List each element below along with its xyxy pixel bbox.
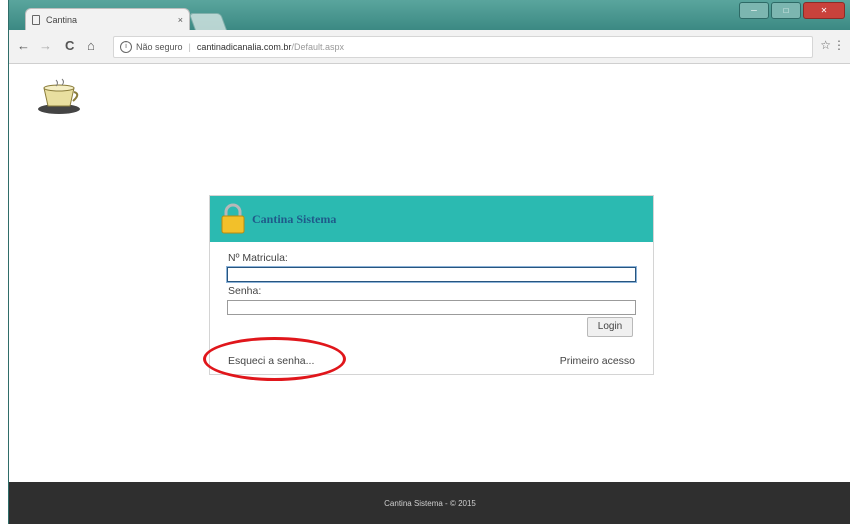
browser-toolbar: ← → C ⌂ i Não seguro | cantinadicanalia.…: [9, 30, 850, 64]
senha-label: Senha:: [228, 285, 262, 297]
window-controls: ─ □ ✕: [739, 2, 845, 19]
home-icon[interactable]: ⌂: [87, 38, 95, 53]
new-tab-button[interactable]: [188, 13, 228, 31]
login-title: Cantina Sistema: [252, 211, 337, 226]
url-path: /Default.aspx: [291, 42, 344, 52]
title-bar: Cantina × ─ □ ✕: [9, 0, 850, 31]
browser-tab[interactable]: Cantina ×: [25, 8, 190, 30]
minimize-button[interactable]: ─: [739, 2, 769, 19]
back-icon[interactable]: ←: [17, 38, 30, 53]
login-card: Cantina Sistema Nº Matricula: Senha: Log…: [209, 195, 654, 375]
browser-menu-icon[interactable]: ⋮: [833, 38, 845, 52]
forward-icon[interactable]: →: [39, 38, 52, 53]
footer-text: Cantina Sistema - © 2015: [384, 498, 476, 508]
coffee-cup-logo-icon: [38, 78, 80, 114]
page-viewport: Cantina Sistema Nº Matricula: Senha: Log…: [9, 64, 850, 482]
close-window-button[interactable]: ✕: [803, 2, 845, 19]
page-footer: Cantina Sistema - © 2015: [9, 482, 850, 524]
matricula-input[interactable]: [227, 267, 636, 282]
login-card-header: Cantina Sistema: [210, 196, 653, 242]
page-icon: [32, 14, 40, 25]
tab-close-icon[interactable]: ×: [178, 15, 183, 25]
info-icon[interactable]: i: [120, 41, 132, 53]
bookmark-star-icon[interactable]: ☆: [820, 38, 831, 52]
url-separator: |: [188, 42, 191, 52]
reload-icon[interactable]: C: [65, 38, 74, 53]
forgot-password-link[interactable]: Esqueci a senha...: [228, 355, 314, 367]
address-bar[interactable]: i Não seguro | cantinadicanalia.com.br /…: [113, 36, 813, 58]
browser-window: Cantina × ─ □ ✕ ← → C ⌂ i Não seguro | c…: [8, 0, 850, 524]
matricula-label: Nº Matricula:: [228, 252, 288, 264]
senha-input[interactable]: [227, 300, 636, 315]
padlock-icon: [221, 203, 245, 234]
login-button[interactable]: Login: [587, 317, 633, 337]
security-label: Não seguro: [136, 42, 183, 52]
first-access-link[interactable]: Primeiro acesso: [560, 355, 635, 367]
maximize-button[interactable]: □: [771, 2, 801, 19]
tab-title: Cantina: [46, 14, 78, 25]
url-host: cantinadicanalia.com.br: [196, 42, 292, 52]
